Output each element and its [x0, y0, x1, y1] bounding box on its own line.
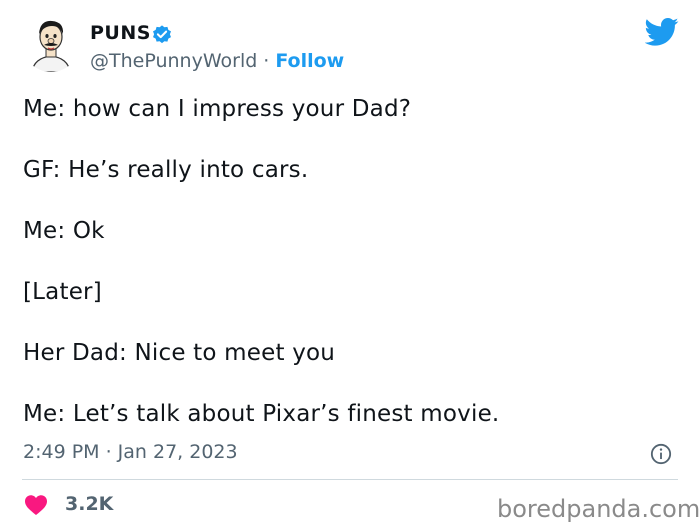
tweet-text-line: Me: Ok [23, 218, 105, 244]
avatar[interactable] [22, 14, 80, 72]
separator-dot: · [263, 50, 270, 72]
tweet-text-line: Her Dad: Nice to meet you [23, 340, 336, 366]
author-handle[interactable]: @ThePunnyWorld [90, 50, 257, 72]
tweet-timestamp[interactable]: 2:49 PM · Jan 27, 2023 [23, 441, 238, 463]
info-icon[interactable] [650, 443, 672, 465]
twitter-bird-icon[interactable] [645, 17, 679, 47]
author-handle-line: @ThePunnyWorld · Follow [90, 50, 344, 72]
author-name[interactable]: PUNS [90, 22, 151, 44]
like-count[interactable]: 3.2K [65, 493, 113, 515]
tweet-text-line: [Later] [23, 279, 102, 305]
follow-button[interactable]: Follow [275, 50, 344, 72]
tweet-text-line: GF: He’s really into cars. [23, 157, 309, 183]
divider [22, 479, 678, 480]
tweet-text-line: Me: how can I impress your Dad? [23, 96, 412, 122]
watermark: boredpanda.com [497, 495, 700, 523]
tweet-text-line: Me: Let’s talk about Pixar’s finest movi… [23, 401, 500, 427]
verified-badge-icon [153, 25, 171, 44]
heart-icon[interactable] [24, 494, 48, 516]
cartoon-avatar-icon [22, 14, 80, 72]
